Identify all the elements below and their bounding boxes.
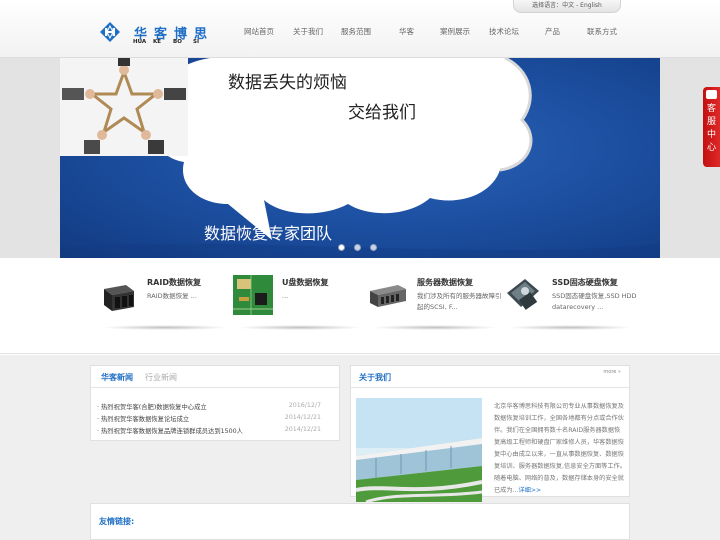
customer-service-tab[interactable]: 客服中心 — [703, 87, 720, 167]
friend-links-title: 友情链接: — [99, 517, 135, 526]
language-zh-link[interactable]: 中文 — [562, 2, 574, 9]
news-date: 2014/12/21 — [284, 414, 321, 421]
ssd-drive-icon — [503, 275, 543, 315]
raid-enclosure-icon — [98, 275, 138, 315]
service-title: U盘数据恢复 — [282, 278, 329, 287]
tab-company-news[interactable]: 华客新闻 — [101, 372, 133, 383]
about-body: 北京华客博思科技有限公司专业从事数据恢复及数据恢复培训工作，全国各地都有分点或合… — [494, 403, 626, 494]
service-ssd[interactable]: SSD固态硬盘恢复 SSD固态硬盘恢复,SSD HDD datarecovery… — [503, 275, 638, 345]
news-panel: 华客新闻 行业新闻 · 热烈祝贺华客(合肥)数据恢复中心成立 2016/12/7… — [90, 365, 340, 441]
news-title[interactable]: · 热烈祝贺华客(合肥)数据恢复中心成立 — [97, 402, 207, 411]
nav-item-home[interactable]: 网站首页 — [244, 26, 274, 37]
nav-item-about[interactable]: 关于我们 — [293, 26, 323, 37]
slider-dot[interactable] — [354, 244, 361, 251]
banner-slogan-2: 交给我们 — [348, 103, 416, 123]
banner-slogan-3: 数据恢复专家团队 — [204, 224, 333, 243]
news-date: 2014/12/21 — [284, 426, 321, 433]
news-date: 2016/12/7 — [288, 402, 321, 409]
nav-item-forum[interactable]: 技术论坛 — [489, 26, 519, 37]
nav-item-cases[interactable]: 案例展示 — [440, 26, 470, 37]
about-text: 北京华客博思科技有限公司专业从事数据恢复及数据恢复培训工作，全国各地都有分点或合… — [494, 401, 626, 497]
service-server[interactable]: 服务器数据恢复 我们涉及所有的服务器故障引起的SCSI, F... — [368, 275, 503, 345]
banner-slider: 数据丢失的烦恼 交给我们 数据恢复专家团队 — [0, 58, 720, 258]
nav-item-contact[interactable]: 联系方式 — [587, 26, 617, 37]
building-photo — [356, 398, 482, 502]
nav-item-products[interactable]: 产品 — [545, 26, 560, 37]
service-desc: 我们涉及所有的服务器故障引起的SCSI, F... — [417, 292, 502, 311]
site-logo[interactable]: 华客博思 HUA KE BO SI — [100, 22, 212, 48]
logo-en-word: SI — [193, 39, 200, 45]
service-title: SSD固态硬盘恢复 — [552, 278, 618, 287]
about-more-link[interactable]: more » — [603, 369, 621, 375]
services-strip: RAID数据恢复 RAID数据恢复 ... U盘数据恢复 ... 服务器数据恢复 — [0, 258, 720, 354]
banner-slogan-1: 数据丢失的烦恼 — [228, 73, 347, 93]
news-title[interactable]: · 热烈祝贺华客数据恢复论坛成立 — [97, 414, 189, 423]
list-item[interactable]: · 热烈祝贺华客数据恢复论坛成立 2014/12/21 — [97, 414, 333, 426]
logo-en-word: HUA — [133, 39, 147, 45]
server-rack-icon — [368, 275, 408, 315]
about-title: 关于我们 — [359, 373, 391, 382]
chat-icon — [706, 90, 717, 99]
service-shadow — [102, 325, 228, 330]
logo-mark-icon — [100, 22, 120, 42]
language-en-link[interactable]: English — [580, 2, 602, 9]
about-detail-link[interactable]: 详细>> — [518, 487, 541, 494]
friend-links-panel: 友情链接: — [90, 503, 630, 540]
tab-industry-news[interactable]: 行业新闻 — [145, 372, 177, 383]
language-selector: 选择语言：中文 - English — [513, 0, 621, 13]
teamwork-photo — [60, 58, 188, 156]
service-usb[interactable]: U盘数据恢复 ... — [233, 275, 368, 345]
news-tabs: 华客新闻 行业新闻 — [91, 366, 339, 388]
service-shadow — [507, 325, 633, 330]
content-area: 华客新闻 行业新闻 · 热烈祝贺华客(合肥)数据恢复中心成立 2016/12/7… — [0, 355, 720, 540]
banner-slide[interactable]: 数据丢失的烦恼 交给我们 数据恢复专家团队 — [60, 58, 660, 258]
service-title: RAID数据恢复 — [147, 278, 201, 287]
circuit-board-icon — [233, 275, 273, 315]
about-panel: 关于我们 more » 北京华客博思科技有限公司专业从事数据恢复及数据恢复培训工… — [350, 365, 630, 502]
customer-service-label: 客服中心 — [706, 104, 716, 153]
logo-text-en: HUA KE BO SI — [133, 39, 213, 45]
slider-dot[interactable] — [338, 244, 345, 251]
list-item[interactable]: · 热烈祝贺华客(合肥)数据恢复中心成立 2016/12/7 — [97, 402, 333, 414]
nav-item-services[interactable]: 服务范围 — [341, 26, 371, 37]
list-item[interactable]: · 热烈祝贺华客数据恢复品牌连锁群成员达到1500人 2014/12/21 — [97, 426, 333, 438]
service-shadow — [237, 325, 363, 330]
service-desc: SSD固态硬盘恢复,SSD HDD datarecovery ... — [552, 292, 637, 311]
service-desc: RAID数据恢复 ... — [147, 292, 197, 300]
language-label: 选择语言： — [532, 2, 563, 9]
site-header: 选择语言：中文 - English 华客博思 HUA KE BO SI 网站首页 关于… — [0, 0, 720, 58]
service-shadow — [372, 325, 498, 330]
logo-en-word: BO — [173, 39, 182, 45]
logo-en-word: KE — [153, 39, 162, 45]
news-title[interactable]: · 热烈祝贺华客数据恢复品牌连锁群成员达到1500人 — [97, 426, 243, 435]
service-title: 服务器数据恢复 — [417, 278, 473, 287]
slider-dot[interactable] — [370, 244, 377, 251]
service-raid[interactable]: RAID数据恢复 RAID数据恢复 ... — [98, 275, 233, 345]
service-desc: ... — [282, 292, 289, 300]
nav-item-huake[interactable]: 华客 — [399, 26, 414, 37]
about-header: 关于我们 more » — [351, 366, 629, 388]
